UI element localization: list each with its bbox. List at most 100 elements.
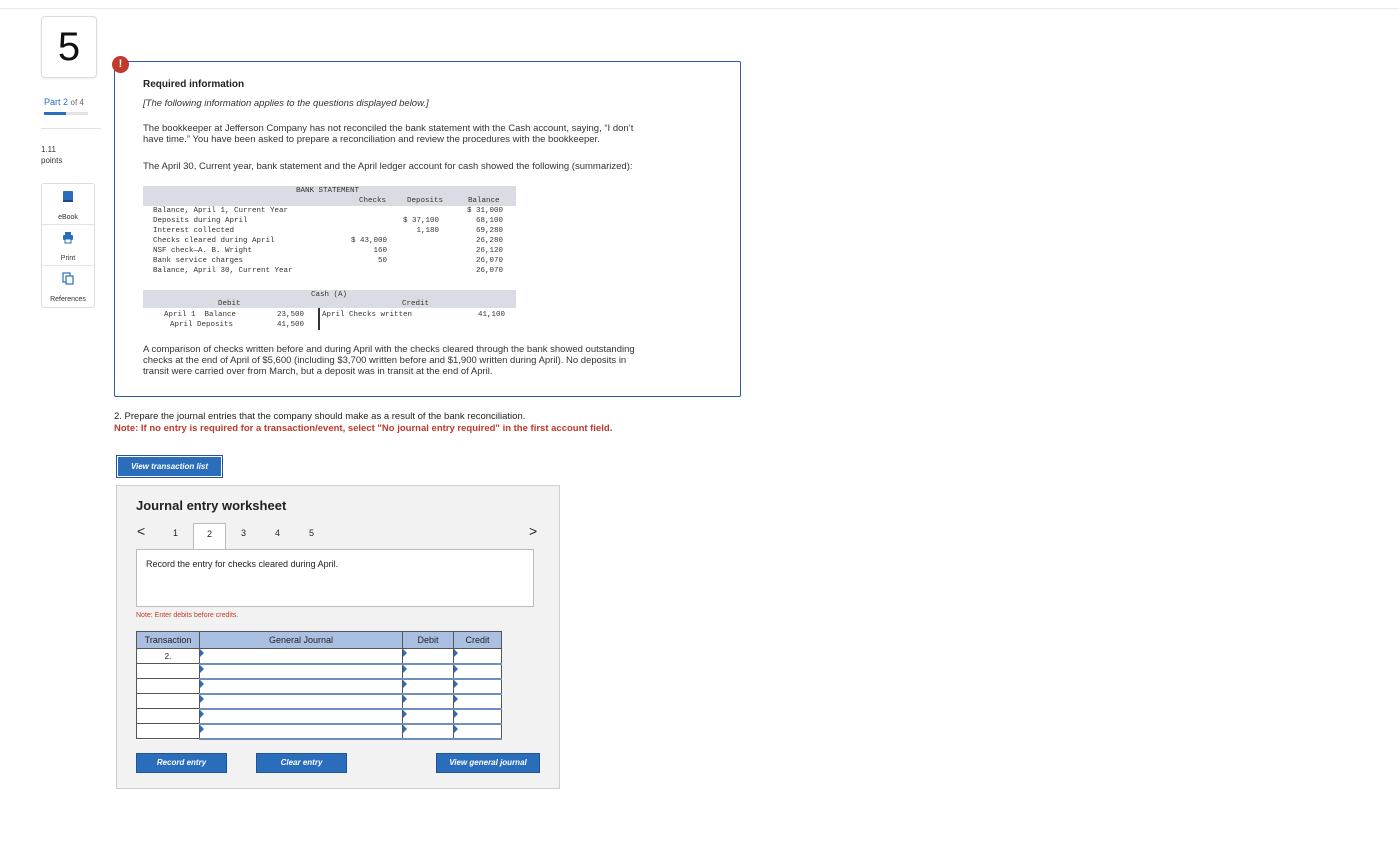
transaction-cell [136, 708, 200, 724]
debit-input[interactable] [402, 723, 454, 740]
view-transaction-list-button[interactable]: View transaction list [116, 455, 223, 478]
bank-row-label: Interest collected [153, 227, 235, 235]
debit-input[interactable] [402, 648, 454, 665]
chevron-right-icon[interactable]: > [529, 523, 537, 539]
credit-input[interactable] [453, 723, 502, 740]
points-label: points [41, 156, 63, 165]
tool-ebook[interactable]: eBook [42, 184, 94, 225]
field-marker-icon [200, 709, 204, 718]
field-marker-icon [200, 679, 204, 688]
transaction-cell [136, 678, 200, 694]
debit-input[interactable] [402, 678, 454, 695]
bank-row-label: Bank service charges [153, 257, 244, 265]
worksheet-title: Journal entry worksheet [136, 498, 287, 513]
account-select[interactable] [199, 678, 403, 695]
bank-row-balance: $ 31,000 [466, 207, 503, 215]
tool-references[interactable]: References [42, 266, 94, 307]
field-marker-icon [454, 664, 458, 673]
journal-row [136, 663, 502, 680]
info-paragraph-3-line-3: transit were carried over from March, bu… [143, 366, 493, 377]
instruction-box [136, 549, 534, 607]
page-tab-5[interactable]: 5 [295, 523, 328, 549]
credit-input[interactable] [453, 678, 502, 695]
tool-print[interactable]: Print [42, 225, 94, 266]
info-paragraph-3: A comparison of checks written before an… [143, 344, 703, 377]
credit-row-amount: 41,100 [478, 311, 506, 319]
info-paragraph-1: The bookkeeper at Jefferson Company has … [143, 123, 703, 145]
bank-row-balance: 26,120 [475, 247, 503, 255]
part-progress-fill [44, 112, 66, 115]
field-marker-icon [200, 694, 204, 703]
debit-input[interactable] [402, 708, 454, 725]
journal-row [136, 723, 502, 740]
transaction-cell [136, 723, 200, 739]
bank-row-label: Deposits during April [153, 217, 248, 225]
bank-row-checks: $ 43,000 [350, 237, 387, 245]
account-select[interactable] [199, 648, 403, 665]
account-select[interactable] [199, 708, 403, 725]
debit-row-amount: 23,500 [277, 311, 305, 319]
points: 1.11 points [41, 144, 62, 166]
credit-input[interactable] [453, 693, 502, 710]
field-marker-icon [454, 649, 458, 657]
bank-row-balance: 26,280 [475, 237, 503, 245]
credit-input[interactable] [453, 708, 502, 725]
bank-statement-title: BANK STATEMENT [296, 187, 360, 195]
bank-row-deposits: $ 37,100 [402, 217, 439, 225]
book-icon [63, 191, 73, 202]
transaction-cell: 2. [136, 648, 200, 664]
page-tab-2[interactable]: 2 [193, 523, 226, 549]
chevron-left-icon[interactable]: < [137, 523, 145, 539]
record-entry-button[interactable]: Record entry [136, 753, 227, 773]
account-select[interactable] [199, 663, 403, 680]
page-tab-3[interactable]: 3 [227, 523, 260, 549]
field-marker-icon [454, 694, 458, 703]
journal-row: 2. [136, 648, 502, 665]
tool-print-label: Print [60, 255, 76, 262]
field-marker-icon [403, 709, 407, 718]
question-note: Note: If no entry is required for a tran… [114, 423, 613, 434]
account-select[interactable] [199, 693, 403, 710]
credit-label: Credit [402, 300, 430, 308]
col-transaction: Transaction [136, 631, 200, 649]
bank-row-deposits: 1,180 [416, 227, 439, 235]
bank-row-checks: 50 [377, 257, 387, 265]
question-text: 2. Prepare the journal entries that the … [114, 411, 526, 422]
credit-input[interactable] [453, 648, 502, 665]
credit-input[interactable] [453, 663, 502, 680]
bank-statement-table: BANK STATEMENT Checks Deposits Balance B… [143, 186, 516, 279]
debit-input[interactable] [402, 693, 454, 710]
field-marker-icon [200, 649, 204, 657]
tool-ebook-label: eBook [58, 214, 78, 221]
debit-row-amount: 41,500 [277, 321, 305, 329]
col-credit: Credit [453, 631, 502, 649]
bank-row-label: Balance, April 30, Current Year [153, 267, 293, 275]
question-number: 5 [41, 16, 97, 78]
view-general-journal-button[interactable]: View general journal [436, 753, 540, 773]
field-marker-icon [403, 664, 407, 673]
field-marker-icon [454, 724, 458, 733]
transaction-cell [136, 693, 200, 709]
bank-row-label: Balance, April 1, Current Year [153, 207, 289, 215]
printer-icon [63, 232, 73, 244]
worksheet-note: Note: Enter debits before credits. [136, 612, 239, 619]
clear-entry-button[interactable]: Clear entry [256, 753, 347, 773]
bank-row-balance: 26,070 [475, 267, 503, 275]
page-tab-4[interactable]: 4 [261, 523, 294, 549]
alert-icon: ! [112, 56, 129, 73]
field-marker-icon [403, 694, 407, 703]
journal-row [136, 678, 502, 695]
instruction-text: Record the entry for checks cleared duri… [146, 559, 339, 569]
info-paragraph-3-line-2: checks at the end of April of $5,600 (in… [143, 355, 627, 366]
account-select[interactable] [199, 723, 403, 740]
col-balance: Balance [468, 197, 500, 205]
field-marker-icon [403, 649, 407, 657]
credit-row-label: April Checks written [322, 311, 413, 319]
col-debit: Debit [402, 631, 454, 649]
page-tab-1[interactable]: 1 [159, 523, 192, 549]
journal-header-row: Transaction General Journal Debit Credit [136, 631, 502, 649]
info-subtitle: [The following information applies to th… [143, 98, 429, 109]
debit-input[interactable] [402, 663, 454, 680]
part-progress-bar [44, 112, 88, 115]
bank-row-label: NSF check—A. B. Wright [153, 247, 253, 255]
